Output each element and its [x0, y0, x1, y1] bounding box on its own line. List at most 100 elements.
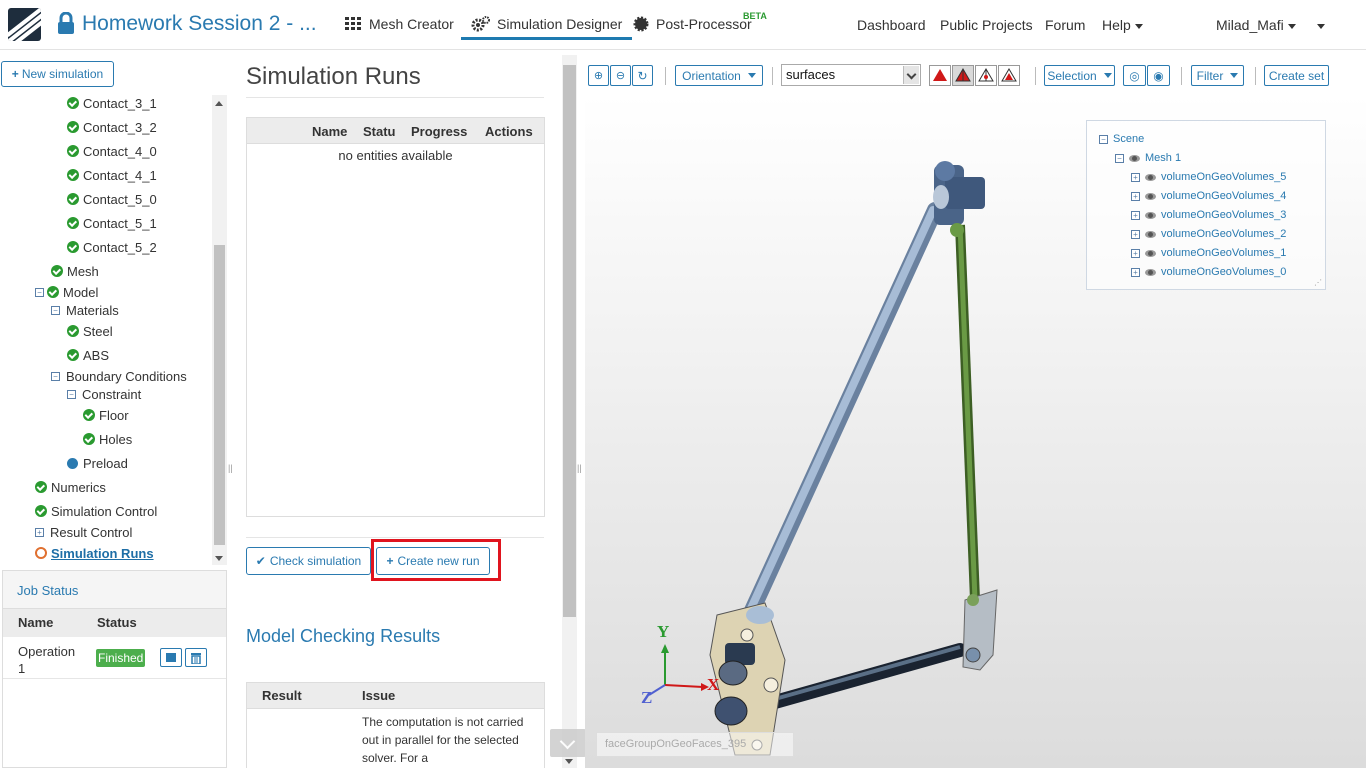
scroll-thumb[interactable]	[563, 65, 576, 617]
eye-icon[interactable]	[1145, 268, 1156, 276]
tree-item-simulation-runs[interactable]: Simulation Runs	[35, 543, 154, 563]
stop-job-button[interactable]	[160, 648, 182, 667]
status-badge: Finished	[96, 649, 146, 667]
middle-scrollbar[interactable]	[562, 55, 577, 768]
zoom-out-button[interactable]: ⊖	[610, 65, 631, 86]
scene-volume-0[interactable]: + volumeOnGeoVolumes_0	[1131, 266, 1286, 278]
tab-mesh-creator[interactable]: Mesh Creator	[345, 16, 454, 32]
job-table-header: Name Status	[3, 609, 226, 637]
solid-render-button[interactable]	[929, 65, 951, 86]
scroll-up-icon[interactable]	[215, 101, 223, 106]
scene-root[interactable]: − Scene	[1099, 133, 1144, 145]
project-title[interactable]: Homework Session 2 - ...	[82, 12, 317, 36]
collapse-icon[interactable]: −	[1115, 153, 1124, 163]
points-render-button[interactable]	[998, 65, 1020, 86]
eye-icon[interactable]	[1145, 211, 1156, 219]
tree-item-contact-5-0[interactable]: Contact_5_0	[67, 189, 157, 209]
tree-item-abs[interactable]: ABS	[67, 345, 109, 365]
app-logo[interactable]	[8, 8, 41, 41]
collapse-icon[interactable]: −	[35, 287, 44, 297]
delete-job-button[interactable]	[185, 648, 207, 667]
tree-item-contact-4-0[interactable]: Contact_4_0	[67, 141, 157, 161]
eye-icon[interactable]	[1129, 154, 1140, 162]
right-splitter[interactable]: ||	[577, 55, 583, 768]
tree-item-contact-5-2[interactable]: Contact_5_2	[67, 237, 157, 257]
tree-item-holes[interactable]: Holes	[83, 429, 132, 449]
selection-dropdown[interactable]: Selection	[1044, 65, 1115, 86]
eye-icon[interactable]	[1145, 173, 1156, 181]
tree-item-floor[interactable]: Floor	[83, 405, 129, 425]
check-icon	[67, 349, 79, 361]
scroll-down-icon[interactable]	[565, 759, 573, 764]
tree-item-contact-5-1[interactable]: Contact_5_1	[67, 213, 157, 233]
3d-viewport[interactable]: Y X Z − Scene − Mesh 1 + volumeOnGeoVolumes…	[585, 95, 1366, 768]
nav-dashboard[interactable]: Dashboard	[857, 17, 926, 33]
user-menu[interactable]: Milad_Mafi	[1216, 17, 1296, 33]
expand-icon[interactable]: +	[1131, 172, 1140, 182]
scroll-down-icon[interactable]	[215, 556, 223, 561]
scene-volume-2[interactable]: + volumeOnGeoVolumes_2	[1131, 228, 1286, 240]
column-header-progress[interactable]: Progress	[411, 124, 471, 139]
tree-item-boundary-conditions[interactable]: − Boundary Conditions	[51, 366, 187, 386]
splitter-grip[interactable]: ||	[577, 463, 582, 473]
hide-selection-button[interactable]: ◎	[1123, 65, 1146, 86]
column-header-status[interactable]: Status	[363, 124, 396, 139]
scene-mesh[interactable]: − Mesh 1	[1115, 152, 1181, 164]
collapse-icon[interactable]: −	[51, 305, 60, 315]
show-all-button[interactable]: ◉	[1147, 65, 1170, 86]
filter-dropdown[interactable]: Filter	[1191, 65, 1244, 86]
expand-icon[interactable]: +	[1131, 229, 1140, 239]
column-header-name[interactable]: Name	[312, 124, 347, 139]
tree-scrollbar[interactable]	[212, 95, 227, 565]
orientation-dropdown[interactable]: Orientation	[675, 65, 763, 86]
scene-volume-3[interactable]: + volumeOnGeoVolumes_3	[1131, 209, 1286, 221]
scene-volume-4[interactable]: + volumeOnGeoVolumes_4	[1131, 190, 1286, 202]
resize-handle-icon[interactable]: ⋰	[1314, 278, 1322, 287]
tree-item-constraint[interactable]: − Constraint	[67, 384, 141, 404]
expand-icon[interactable]: +	[35, 527, 44, 537]
tab-simulation-designer[interactable]: Simulation Designer	[460, 16, 633, 40]
simulation-runs-panel: Simulation Runs Name Status Progress Act…	[236, 55, 561, 768]
solid-edges-render-button[interactable]	[952, 65, 974, 86]
new-simulation-button[interactable]: + New simulation	[1, 61, 114, 87]
scene-volume-1[interactable]: + volumeOnGeoVolumes_1	[1131, 247, 1286, 259]
tree-item-steel[interactable]: Steel	[67, 321, 113, 341]
render-mode-select[interactable]: surfaces	[781, 64, 921, 86]
tree-item-preload[interactable]: Preload	[67, 453, 128, 473]
tree-item-contact-3-1[interactable]: Contact_3_1	[67, 93, 157, 113]
expand-icon[interactable]: +	[1131, 191, 1140, 201]
nav-help-dropdown[interactable]: Help	[1102, 17, 1143, 33]
expand-icon[interactable]: +	[1131, 210, 1140, 220]
tree-item-numerics[interactable]: Numerics	[35, 477, 106, 497]
eye-slash-icon: ◎	[1129, 68, 1140, 83]
zoom-in-button[interactable]: ⊕	[588, 65, 609, 86]
collapse-icon[interactable]: −	[51, 371, 60, 381]
scene-volume-5[interactable]: + volumeOnGeoVolumes_5	[1131, 171, 1286, 183]
check-simulation-button[interactable]: ✔ Check simulation	[246, 547, 371, 575]
expand-icon[interactable]: +	[1131, 248, 1140, 258]
expand-icon[interactable]: +	[1131, 267, 1140, 277]
extra-menu-dropdown[interactable]	[1313, 17, 1325, 33]
splitter-grip[interactable]: ||	[228, 463, 233, 473]
eye-icon[interactable]	[1145, 230, 1156, 238]
job-status-panel: Job Status Name Status Operation 1 Finis…	[2, 570, 227, 768]
tree-item-model[interactable]: − Model	[35, 282, 98, 302]
tree-item-mesh[interactable]: Mesh	[51, 261, 99, 281]
eye-icon[interactable]	[1145, 249, 1156, 257]
tree-item-simulation-control[interactable]: Simulation Control	[35, 501, 157, 521]
eye-icon[interactable]	[1145, 192, 1156, 200]
tab-post-processor[interactable]: Post-Processor	[633, 16, 752, 32]
tree-item-result-control[interactable]: + Result Control	[35, 522, 132, 542]
collapse-icon[interactable]: −	[67, 389, 76, 399]
left-splitter[interactable]: ||	[228, 55, 234, 768]
tree-item-materials[interactable]: − Materials	[51, 300, 119, 320]
tree-item-contact-3-2[interactable]: Contact_3_2	[67, 117, 157, 137]
tree-item-contact-4-1[interactable]: Contact_4_1	[67, 165, 157, 185]
create-set-button[interactable]: Create set	[1264, 65, 1329, 86]
reset-view-button[interactable]: ↻	[632, 65, 653, 86]
scroll-thumb[interactable]	[214, 245, 225, 545]
nav-forum[interactable]: Forum	[1045, 17, 1085, 33]
nav-public-projects[interactable]: Public Projects	[940, 17, 1033, 33]
collapse-icon[interactable]: −	[1099, 134, 1108, 144]
wireframe-render-button[interactable]	[975, 65, 997, 86]
